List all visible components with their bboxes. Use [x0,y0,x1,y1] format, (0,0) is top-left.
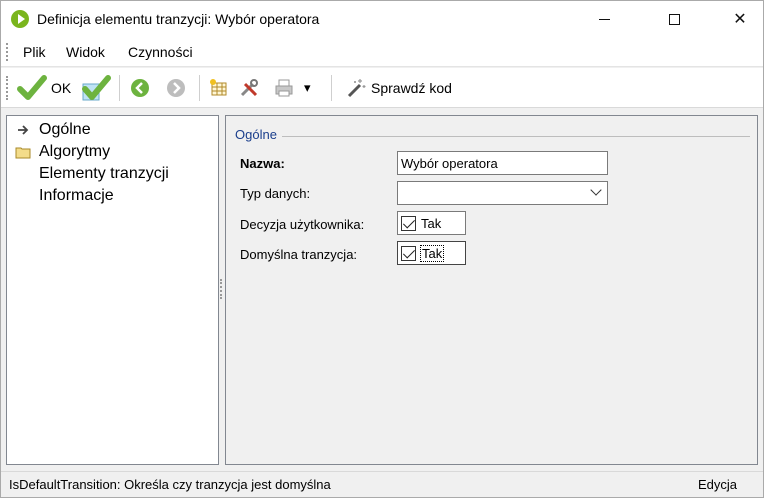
data-type-select[interactable] [397,181,608,205]
back-circle-icon [131,79,149,97]
status-bar: IsDefaultTransition: Określa czy tranzyc… [1,471,763,497]
toolbar-separator [119,75,120,101]
user-decision-label: Decyzja użytkownika: [240,217,365,232]
chevron-down-icon [590,184,602,196]
ok-apply-button[interactable] [81,74,111,102]
dialog-window: Definicja elementu tranzycji: Wybór oper… [0,0,764,498]
menu-widok[interactable]: Widok [66,44,105,60]
maximize-icon [668,13,680,25]
name-label: Nazwa: [240,156,285,171]
toolbar-separator [331,75,332,101]
group-title: Ogólne [235,127,281,142]
close-button[interactable]: ✕ [717,1,763,37]
arrow-right-icon [15,122,31,138]
checkbox-label: Tak [419,244,445,262]
group-divider [282,136,750,137]
tree-item-label: Ogólne [39,121,91,138]
app-play-icon [11,10,29,28]
default-transition-label: Domyślna tranzycja: [240,247,358,262]
menu-bar: Plik Widok Czynności [1,37,763,67]
toolbar-grip[interactable] [6,76,8,100]
user-decision-checkbox[interactable]: Tak [397,211,466,235]
tree-item-informacje[interactable]: Informacje [15,185,114,207]
tools-button[interactable] [238,74,260,102]
magic-wand-icon [347,79,366,98]
status-description: IsDefaultTransition: Określa czy tranzyc… [9,477,331,492]
menu-grip[interactable] [6,43,8,61]
grid-icon [210,79,227,96]
printer-icon [275,79,293,97]
tools-icon [240,79,258,97]
checkbox-checked-icon [401,215,416,231]
print-button[interactable] [273,74,295,102]
close-icon: ✕ [733,11,747,28]
toolbar: OK ▾ Sprawdź kod [1,68,763,108]
tree-item-algorytmy[interactable]: Algorytmy [15,141,110,163]
ok-button[interactable]: OK [17,74,71,102]
back-button[interactable] [129,74,151,102]
window-title: Definicja elementu tranzycji: Wybór oper… [37,11,320,27]
status-mode: Edycja [698,477,738,492]
tree-item-ogolne[interactable]: Ogólne [15,119,91,141]
print-dropdown-button[interactable]: ▾ [304,74,311,102]
menu-czynnosci[interactable]: Czynności [128,44,193,60]
chevron-down-icon: ▾ [304,80,311,95]
tree-item-label: Elementy tranzycji [39,165,169,182]
panel-splitter[interactable] [220,279,224,299]
folder-icon [15,144,31,160]
check-green-icon [17,75,47,100]
forward-button[interactable] [165,74,187,102]
tree-item-label: Informacje [39,187,114,204]
minimize-icon [598,18,610,20]
tree-item-elementy-tranzycji[interactable]: Elementy tranzycji [15,163,169,185]
forward-circle-icon [167,79,185,97]
check-cyan-icon [82,75,111,101]
ok-label: OK [51,80,72,96]
maximize-button[interactable] [651,1,697,37]
checkbox-checked-icon [401,245,416,261]
checkbox-label: Tak [421,215,442,231]
check-code-button[interactable]: Sprawdź kod [345,74,452,102]
menu-plik[interactable]: Plik [23,44,46,60]
title-bar[interactable]: Definicja elementu tranzycji: Wybór oper… [1,1,763,37]
navigation-tree: Ogólne Algorytmy Elementy tranzycji Info… [6,115,219,465]
check-code-label: Sprawdź kod [371,80,452,96]
toolbar-separator [199,75,200,101]
grid-button[interactable] [208,74,230,102]
general-form-panel: Ogólne Nazwa: Typ danych: Decyzja użytko… [225,115,758,465]
minimize-button[interactable] [581,1,627,37]
data-type-label: Typ danych: [240,186,311,201]
tree-item-label: Algorytmy [39,143,111,160]
name-input[interactable] [397,151,608,175]
default-transition-checkbox[interactable]: Tak [397,241,466,265]
